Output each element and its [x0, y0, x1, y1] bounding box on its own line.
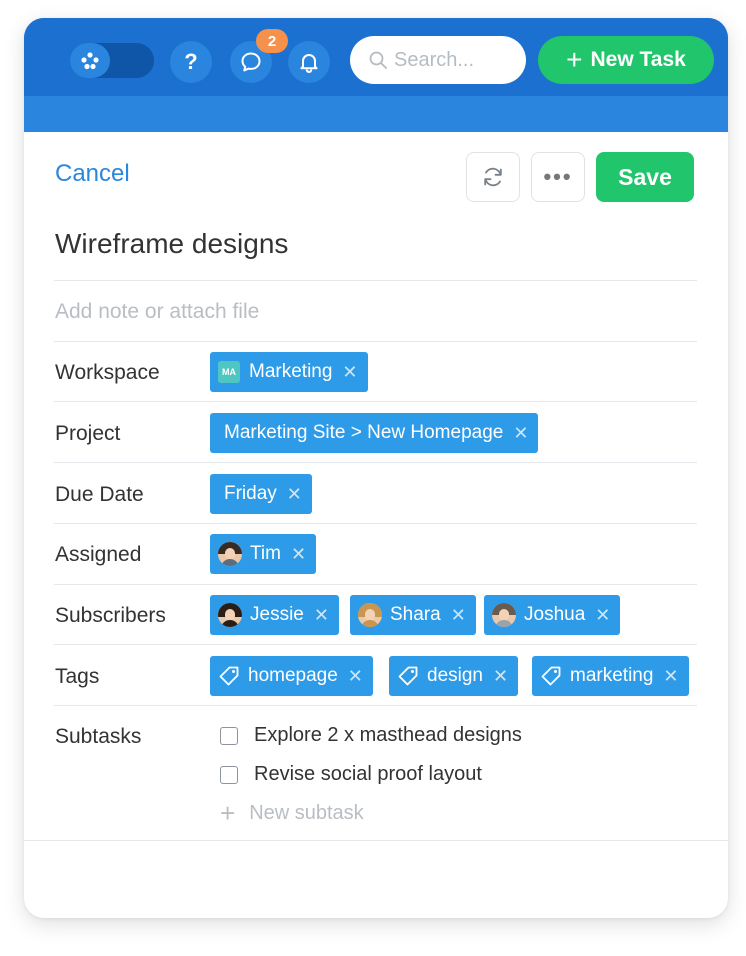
subscriber-chip-shara[interactable]: Shara ✕ — [350, 595, 476, 635]
tag-chip-label: design — [427, 665, 483, 686]
new-subtask-label: New subtask — [249, 801, 364, 824]
plus-icon: + — [220, 798, 236, 828]
divider — [54, 401, 697, 402]
task-editor-card: ? 2 + New Task Cancel ••• — [24, 18, 728, 918]
tag-chip-marketing[interactable]: marketing ✕ — [532, 656, 689, 696]
subscriber-chip-label: Joshua — [524, 604, 586, 625]
subtask-item: Explore 2 x masthead designs — [220, 724, 522, 747]
subtask-checkbox[interactable] — [220, 726, 238, 745]
divider — [54, 644, 697, 645]
refresh-icon — [484, 167, 502, 187]
divider — [54, 280, 697, 281]
notification-badge: 2 — [256, 29, 288, 53]
notifications-button[interactable] — [288, 41, 330, 83]
tag-chip-label: homepage — [248, 665, 338, 686]
workspace-badge: MA — [218, 361, 240, 383]
plus-icon: + — [566, 44, 583, 75]
avatar — [358, 603, 382, 627]
assigned-label: Assigned — [55, 543, 142, 566]
due-date-chip-label: Friday — [224, 483, 277, 504]
divider — [54, 341, 697, 342]
help-button[interactable]: ? — [170, 41, 212, 83]
subtasks-label: Subtasks — [55, 725, 142, 748]
tag-icon — [541, 666, 561, 686]
close-icon[interactable]: ✕ — [451, 605, 466, 626]
project-chip[interactable]: Marketing Site > New Homepage ✕ — [210, 413, 539, 453]
tag-chip-label: marketing — [570, 665, 654, 686]
due-date-chip[interactable]: Friday ✕ — [210, 474, 312, 514]
tag-icon — [398, 666, 418, 686]
subscribers-label: Subscribers — [55, 604, 166, 627]
chat-bubble-icon — [241, 52, 261, 72]
new-task-button[interactable]: + New Task — [538, 36, 714, 84]
close-icon[interactable]: ✕ — [493, 666, 508, 687]
search-icon — [369, 51, 387, 69]
footer-divider — [24, 840, 728, 841]
close-icon[interactable]: ✕ — [342, 362, 357, 383]
close-icon[interactable]: ✕ — [314, 605, 329, 626]
subscriber-chip-label: Jessie — [250, 604, 304, 625]
search-input[interactable] — [394, 48, 514, 72]
subtask-label[interactable]: Revise social proof layout — [254, 763, 482, 786]
subscriber-chip-jessie[interactable]: Jessie ✕ — [210, 595, 339, 635]
close-icon[interactable]: ✕ — [348, 666, 363, 687]
close-icon[interactable]: ✕ — [291, 544, 306, 565]
question-icon: ? — [184, 49, 198, 74]
tags-label: Tags — [55, 665, 100, 688]
note-input[interactable]: Add note or attach file — [55, 300, 259, 324]
task-title[interactable]: Wireframe designs — [55, 228, 288, 260]
divider — [54, 523, 697, 524]
bell-icon — [300, 54, 318, 73]
tag-chip-homepage[interactable]: homepage ✕ — [210, 656, 373, 696]
subtask-label[interactable]: Explore 2 x masthead designs — [254, 724, 522, 747]
project-label: Project — [55, 422, 121, 445]
divider — [54, 584, 697, 585]
ellipsis-icon: ••• — [543, 164, 573, 189]
save-button[interactable]: Save — [596, 152, 694, 202]
close-icon[interactable]: ✕ — [595, 605, 610, 626]
close-icon[interactable]: ✕ — [513, 423, 528, 444]
refresh-button[interactable] — [466, 152, 520, 202]
search-box[interactable] — [350, 36, 526, 84]
subscriber-chip-joshua[interactable]: Joshua ✕ — [484, 595, 621, 635]
tag-icon — [219, 666, 239, 686]
workspace-chip-label: Marketing — [249, 361, 333, 382]
dots-logo-icon — [70, 43, 110, 78]
subtask-checkbox[interactable] — [220, 765, 238, 784]
subtask-item: Revise social proof layout — [220, 763, 482, 786]
assignee-chip-label: Tim — [250, 543, 281, 564]
divider — [54, 462, 697, 463]
new-subtask-button[interactable]: + New subtask — [220, 800, 364, 826]
project-chip-label: Marketing Site > New Homepage — [224, 422, 504, 443]
cancel-button[interactable]: Cancel — [55, 160, 130, 188]
avatar — [492, 603, 516, 627]
new-task-label: New Task — [590, 48, 686, 71]
workspace-toggle[interactable] — [70, 43, 154, 78]
subscriber-chip-label: Shara — [390, 604, 441, 625]
workspace-chip[interactable]: MA Marketing ✕ — [210, 352, 368, 392]
close-icon[interactable]: ✕ — [287, 484, 302, 505]
workspace-label: Workspace — [55, 361, 160, 384]
tag-chip-design[interactable]: design ✕ — [389, 656, 519, 696]
avatar — [218, 542, 242, 566]
avatar — [218, 603, 242, 627]
more-options-button[interactable]: ••• — [531, 152, 585, 202]
close-icon[interactable]: ✕ — [663, 666, 678, 687]
divider — [54, 705, 697, 706]
due-date-label: Due Date — [55, 483, 144, 506]
assignee-chip[interactable]: Tim ✕ — [210, 534, 317, 574]
